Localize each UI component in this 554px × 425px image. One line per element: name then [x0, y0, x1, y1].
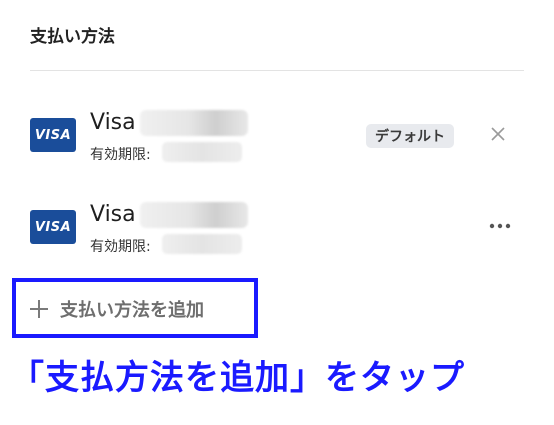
- close-icon[interactable]: [488, 124, 508, 144]
- plus-icon: [30, 300, 48, 318]
- visa-logo: VISA: [30, 118, 76, 152]
- section-title: 支払い方法: [30, 27, 115, 47]
- masked-card-number: [140, 110, 248, 136]
- visa-logo: VISA: [30, 210, 76, 244]
- payment-card-row[interactable]: VISA Visa 有効期限:: [30, 198, 524, 260]
- more-icon[interactable]: [488, 220, 512, 232]
- payment-card-row[interactable]: VISA Visa 有効期限: デフォルト: [30, 106, 524, 168]
- masked-expiry: [162, 142, 242, 162]
- masked-expiry: [162, 234, 242, 254]
- card-brand: Visa: [90, 110, 136, 135]
- masked-card-number: [140, 202, 248, 228]
- card-brand: Visa: [90, 202, 136, 227]
- add-payment-method-button[interactable]: 支払い方法を追加: [30, 296, 204, 322]
- divider: [30, 70, 524, 71]
- instruction-annotation: 「支払方法を追加」をタップ: [10, 358, 465, 398]
- default-badge: デフォルト: [366, 124, 454, 148]
- add-payment-method-label: 支払い方法を追加: [60, 300, 204, 321]
- expiry-label: 有効期限:: [90, 239, 151, 255]
- expiry-label: 有効期限:: [90, 147, 151, 163]
